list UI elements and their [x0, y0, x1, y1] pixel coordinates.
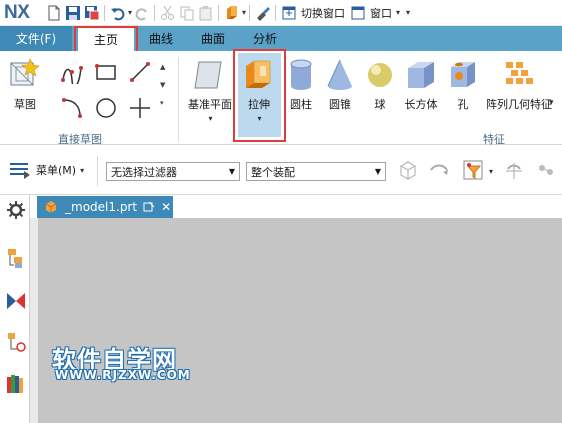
- chevron-down-icon[interactable]: ▾: [489, 167, 493, 176]
- datum-plane-icon: [194, 61, 222, 89]
- circle-icon[interactable]: [94, 96, 118, 120]
- menu-icon: [10, 163, 30, 179]
- new-file-icon[interactable]: [44, 3, 63, 23]
- chevron-down-icon[interactable]: ▾: [208, 114, 212, 123]
- cone-button[interactable]: 圆锥: [325, 58, 355, 112]
- menu-button[interactable]: 菜单(M) ▾: [8, 161, 84, 179]
- cone-label: 圆锥: [329, 98, 351, 111]
- part-file-icon: [45, 201, 57, 213]
- pattern-geometry-label: 阵列几何特征: [486, 98, 552, 111]
- menu-label: 菜单(M): [36, 164, 77, 177]
- rectangle-icon[interactable]: [94, 60, 118, 84]
- pattern-geometry-button[interactable]: 阵列几何特征: [486, 58, 552, 112]
- assembly-select-icon[interactable]: [536, 160, 558, 182]
- selection-filter-value: 无选择过滤器: [111, 165, 177, 179]
- highlight-box-home-tab: [74, 26, 138, 54]
- point-icon[interactable]: [128, 96, 152, 120]
- selection-scope-select[interactable]: 整个装配 ▼: [246, 162, 386, 181]
- close-icon[interactable]: ✕: [161, 200, 171, 214]
- block-button[interactable]: 长方体: [404, 58, 438, 112]
- studio-spline-icon[interactable]: [60, 60, 84, 84]
- sketch-button[interactable]: 草图: [8, 58, 42, 112]
- separator: [178, 57, 179, 141]
- separator: [104, 4, 105, 21]
- sphere-label: 球: [374, 98, 386, 111]
- datum-plane-label: 基准平面: [188, 98, 232, 111]
- block-label: 长方体: [404, 98, 438, 111]
- tab-file[interactable]: 文件(F): [0, 26, 72, 51]
- canvas-edge: [30, 218, 38, 423]
- pin-icon[interactable]: [143, 201, 155, 213]
- part-navigator-icon[interactable]: [5, 331, 27, 353]
- arc-icon[interactable]: [60, 94, 84, 118]
- separator: [275, 4, 277, 21]
- selection-filter-select[interactable]: 无选择过滤器 ▼: [106, 162, 240, 181]
- cylinder-button[interactable]: 圆柱: [288, 58, 314, 112]
- document-tab-name: _model1.prt: [65, 200, 138, 214]
- line-icon[interactable]: [128, 60, 152, 84]
- extrude-quick-icon[interactable]: [222, 3, 241, 23]
- snap-point-icon[interactable]: [503, 160, 525, 182]
- chevron-down-icon: ▾: [80, 165, 85, 175]
- hole-icon: [451, 62, 475, 87]
- copy-icon[interactable]: [177, 3, 196, 23]
- separator: [218, 4, 220, 21]
- watermark-url: WWW.RJZXW.COM: [55, 368, 191, 382]
- gallery-scroll[interactable]: ▲ ▼ ▾: [160, 58, 165, 112]
- chevron-down-icon[interactable]: ▾: [549, 98, 554, 108]
- document-tab[interactable]: _model1.prt ✕: [37, 196, 173, 218]
- window-icon[interactable]: [348, 3, 367, 23]
- undo-icon[interactable]: [108, 3, 127, 23]
- cone-icon: [327, 59, 352, 90]
- reuse-library-icon[interactable]: [5, 373, 27, 395]
- window-menu-label[interactable]: 窗口: [367, 5, 395, 21]
- separator: [249, 4, 251, 21]
- datum-plane-button[interactable]: 基准平面 ▾: [188, 58, 232, 123]
- selection-scope-value: 整个装配: [251, 165, 295, 179]
- redo-icon[interactable]: [132, 3, 151, 23]
- save-icon[interactable]: [63, 3, 82, 23]
- chevron-down-icon[interactable]: ▾: [396, 8, 400, 17]
- constraint-navigator-icon[interactable]: [5, 290, 27, 312]
- highlight-box-extrude: [233, 49, 286, 142]
- type-filter-icon[interactable]: [462, 159, 486, 183]
- hole-label: 孔: [457, 98, 469, 111]
- separator: [97, 156, 98, 186]
- switch-window-label[interactable]: 切换窗口: [298, 5, 348, 21]
- cut-icon[interactable]: [158, 3, 177, 23]
- tab-curve[interactable]: 曲线: [140, 26, 182, 51]
- quick-access-toolbar: NX ▾ ▾ 切换窗口 窗口 ▾ ▾: [0, 0, 562, 26]
- resource-bar: [0, 195, 30, 423]
- graphics-window[interactable]: [38, 218, 562, 423]
- switch-window-icon[interactable]: [279, 3, 298, 23]
- chevron-down-icon[interactable]: ▾: [242, 8, 246, 17]
- paste-icon[interactable]: [196, 3, 215, 23]
- nx-logo: NX: [4, 1, 30, 23]
- save-all-icon[interactable]: [82, 3, 101, 23]
- block-icon: [408, 62, 434, 88]
- sketch-icon: [10, 58, 40, 86]
- deselect-icon[interactable]: [428, 160, 450, 182]
- cylinder-icon: [290, 59, 312, 90]
- assembly-navigator-icon[interactable]: [5, 247, 27, 269]
- chevron-down-icon: ▼: [374, 167, 381, 176]
- tab-surface[interactable]: 曲面: [192, 26, 234, 51]
- select-feature-icon[interactable]: [397, 160, 419, 182]
- hole-button[interactable]: 孔: [448, 58, 478, 112]
- sketch-label: 草图: [14, 98, 36, 111]
- chevron-down-icon: ▼: [228, 167, 235, 176]
- customize-icon[interactable]: ▾: [406, 8, 410, 17]
- cylinder-label: 圆柱: [290, 98, 312, 111]
- separator: [154, 4, 156, 21]
- gear-icon[interactable]: [5, 199, 27, 221]
- sphere-button[interactable]: 球: [365, 58, 395, 112]
- brush-icon[interactable]: [253, 3, 272, 23]
- tab-analysis[interactable]: 分析: [244, 26, 286, 51]
- sphere-icon: [368, 63, 392, 87]
- pattern-geometry-icon: [506, 62, 533, 84]
